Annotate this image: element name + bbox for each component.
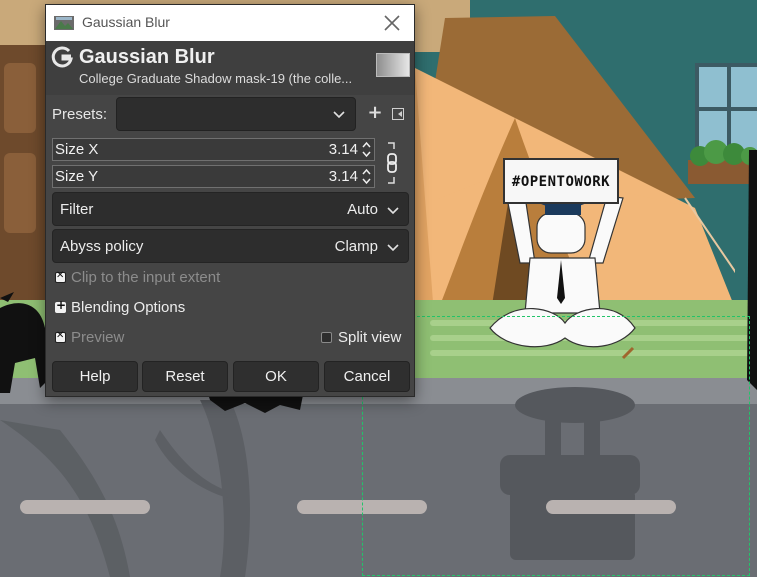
clip-label: Clip to the input extent xyxy=(71,269,221,286)
tree-shadow xyxy=(0,400,250,577)
size-y-value[interactable]: 3.14 xyxy=(329,168,358,185)
gimp-logo-icon xyxy=(51,46,73,68)
size-x-value[interactable]: 3.14 xyxy=(329,141,358,158)
preview-label: Preview xyxy=(71,329,125,346)
split-view-label: Split view xyxy=(338,329,402,346)
presets-combo[interactable] xyxy=(116,97,356,131)
spin-arrows-icon[interactable] xyxy=(361,167,372,186)
close-icon[interactable] xyxy=(380,11,404,35)
abyss-label: Abyss policy xyxy=(60,238,144,255)
dialog-header: Gaussian Blur College Graduate Shadow ma… xyxy=(46,41,414,95)
window-title: Gaussian Blur xyxy=(82,14,170,30)
filter-combo[interactable]: Filter Auto xyxy=(52,192,409,226)
preview-checkbox[interactable] xyxy=(55,330,66,343)
gimp-app-icon xyxy=(54,16,74,30)
layer-thumbnail xyxy=(376,53,410,77)
size-x-label: Size X xyxy=(55,141,99,158)
header-title: Gaussian Blur xyxy=(79,46,215,68)
ok-button[interactable]: OK xyxy=(233,361,319,392)
chevron-down-icon xyxy=(387,244,399,252)
preset-menu-icon[interactable] xyxy=(392,108,404,120)
abyss-policy-combo[interactable]: Abyss policy Clamp xyxy=(52,229,409,263)
gaussian-blur-dialog: Gaussian Blur Gaussian Blur College Grad… xyxy=(45,4,415,397)
blending-options-label[interactable]: Blending Options xyxy=(71,299,185,316)
spin-arrows-icon[interactable] xyxy=(361,140,372,159)
blending-expander-icon[interactable] xyxy=(55,298,66,313)
reset-button[interactable]: Reset xyxy=(142,361,228,392)
presets-label: Presets: xyxy=(52,106,108,123)
chevron-down-icon xyxy=(387,207,399,215)
size-y-spinbutton[interactable]: Size Y 3.14 xyxy=(52,165,375,188)
plus-icon[interactable]: + xyxy=(367,104,383,122)
door xyxy=(0,45,48,305)
chevron-down-icon xyxy=(333,111,345,119)
road-dash xyxy=(20,500,150,514)
split-view-checkbox[interactable] xyxy=(321,332,332,343)
size-x-spinbutton[interactable]: Size X 3.14 xyxy=(52,138,375,161)
help-button[interactable]: Help xyxy=(52,361,138,392)
chain-link-icon[interactable] xyxy=(385,141,399,185)
size-y-label: Size Y xyxy=(55,168,99,185)
dialog-titlebar[interactable]: Gaussian Blur xyxy=(46,5,414,41)
clip-checkbox[interactable] xyxy=(55,270,66,283)
selection-marquee[interactable] xyxy=(362,316,750,576)
header-subtitle: College Graduate Shadow mask-19 (the col… xyxy=(79,71,353,86)
filter-value: Auto xyxy=(347,201,378,218)
abyss-value: Clamp xyxy=(334,238,378,255)
filter-label: Filter xyxy=(60,201,94,218)
cancel-button[interactable]: Cancel xyxy=(324,361,410,392)
protest-sign: #OPENTOWORK xyxy=(503,158,619,204)
